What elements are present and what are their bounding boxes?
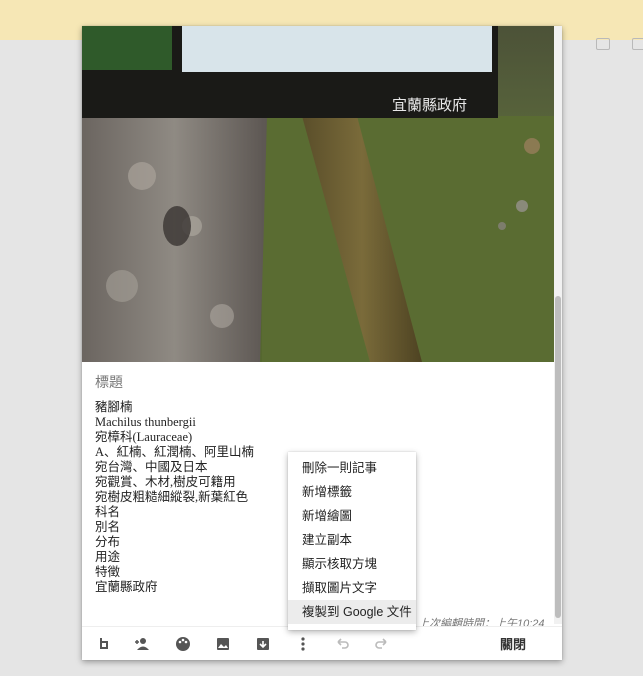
menu-item-add-drawing[interactable]: 新增繪圖 [288,504,416,528]
background-image-icon [596,38,610,50]
sign-text: 宜蘭縣政府 [392,96,467,114]
scrollbar[interactable] [554,26,562,624]
menu-item-add-label[interactable]: 新增標籤 [288,480,416,504]
archive-icon[interactable] [252,633,274,655]
note-body-line: Machilus thunbergii [95,415,196,429]
background-icon [632,38,643,50]
menu-item-grab-image-text[interactable]: 擷取圖片文字 [288,576,416,600]
note-body-line: 宛樟科(Lauraceae) [95,430,193,444]
note-title-field[interactable]: 標題 [95,372,123,392]
note-editor-dialog: 宜蘭縣政府 標題 豬腳楠 Machilus thunbergii 宛樟科(Laura… [82,26,562,660]
remind-me-icon[interactable] [92,633,114,655]
palette-icon[interactable] [172,633,194,655]
menu-item-show-checkboxes[interactable]: 顯示核取方塊 [288,552,416,576]
menu-item-copy-to-google-docs[interactable]: 複製到 Google 文件 [288,600,416,624]
note-body-line: 豬腳楠 [95,400,133,414]
close-button[interactable]: 關閉 [500,634,526,653]
redo-icon[interactable] [370,633,392,655]
menu-item-delete-note[interactable]: 刪除一則記事 [288,456,416,480]
more-options-menu: 刪除一則記事 新增標籤 新增繪圖 建立副本 顯示核取方塊 擷取圖片文字 複製到 … [288,452,416,630]
menu-item-make-copy[interactable]: 建立副本 [288,528,416,552]
undo-icon[interactable] [332,633,354,655]
add-image-icon[interactable] [212,633,234,655]
note-photo[interactable]: 宜蘭縣政府 [82,26,554,362]
photo-scene: 宜蘭縣政府 [82,26,554,362]
more-vert-icon[interactable] [292,633,314,655]
note-toolbar: 關閉 [82,626,562,660]
scrollbar-thumb[interactable] [555,296,561,618]
collaborator-icon[interactable] [132,633,154,655]
